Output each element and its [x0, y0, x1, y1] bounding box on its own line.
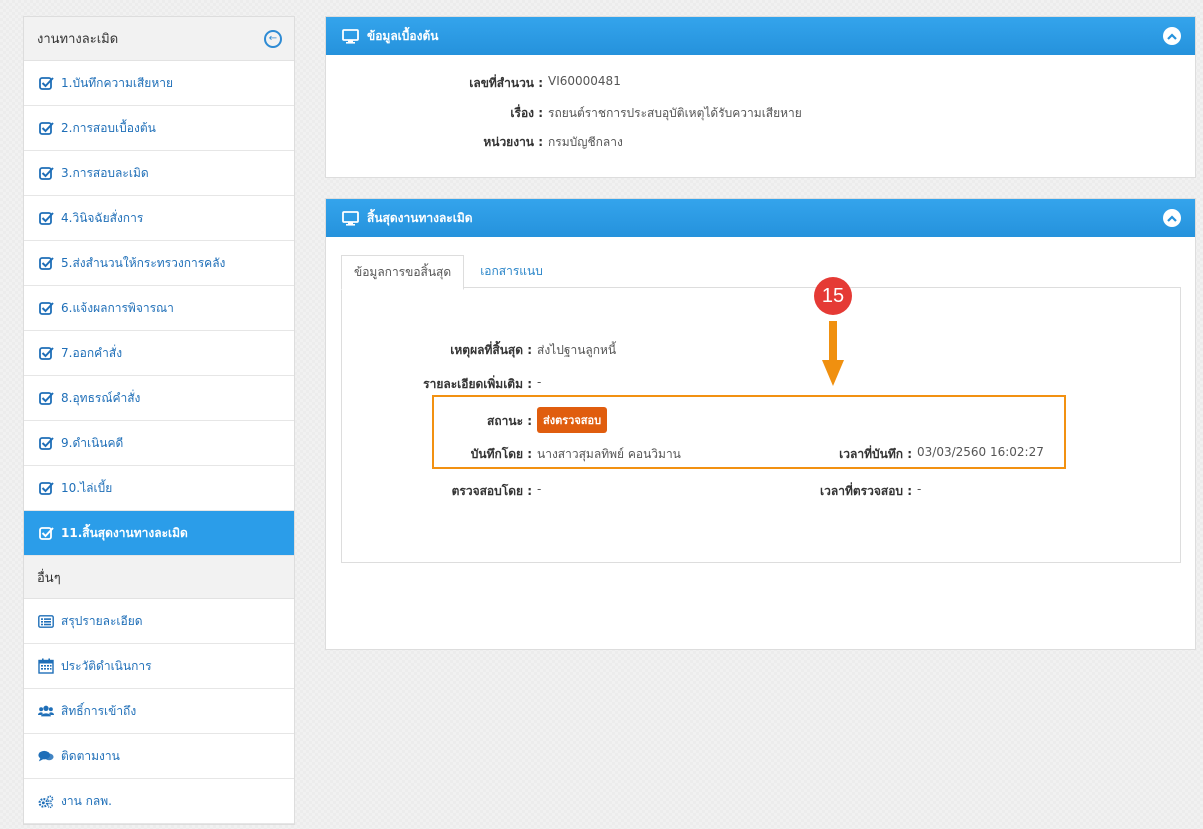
- agency-label-cell: หน่วยงาน :: [326, 133, 543, 152]
- highlight-box: [432, 395, 1066, 469]
- collapse-circle-icon[interactable]: ←: [264, 29, 282, 48]
- sidebar-item-summary[interactable]: สรุปรายละเอียด: [24, 599, 294, 644]
- sidebar-item-label: 1.บันทึกความเสียหาย: [61, 75, 173, 90]
- sidebar-section-other: อื่นๆ: [24, 556, 294, 599]
- checked-by-label-cell: ตรวจสอบโดย :: [340, 482, 532, 501]
- checked-time-label-cell: เวลาที่ตรวจสอบ :: [760, 482, 912, 501]
- sidebar-item-label: สรุปรายละเอียด: [61, 613, 143, 628]
- sidebar-item-notify-result[interactable]: 6.แจ้งผลการพิจารณา: [24, 286, 294, 331]
- basic-info-panel: ข้อมูลเบื้องต้น เลขที่สำนวน : VI60000481…: [325, 16, 1196, 178]
- sidebar-item-label: งาน กลพ.: [61, 793, 112, 808]
- detail-label: รายละเอียดเพิ่มเติม :: [423, 377, 532, 391]
- sidebar-item-label: 7.ออกคำสั่ง: [61, 345, 123, 360]
- check-square-icon: [38, 435, 54, 451]
- check-square-icon: [38, 255, 54, 271]
- sidebar-item-label: 10.ไล่เบี้ย: [61, 480, 113, 495]
- sidebar-item-label: 9.ดำเนินคดี: [61, 435, 124, 450]
- sidebar-header-label: งานทางละเมิด: [37, 32, 119, 47]
- agency-label: หน่วยงาน :: [483, 135, 543, 149]
- sidebar-item-label: 6.แจ้งผลการพิจารณา: [61, 300, 174, 315]
- check-square-icon: [38, 390, 54, 406]
- check-square-icon: [38, 165, 54, 181]
- end-tort-tabs: ข้อมูลการขอสิ้นสุด เอกสารแนบ: [341, 255, 555, 290]
- step-number-marker: 15: [814, 277, 852, 315]
- reason-value: ส่งไปฐานลูกหนี้: [537, 343, 617, 357]
- monitor-icon: [342, 28, 359, 44]
- sidebar-item-send-to-ministry[interactable]: 5.ส่งสำนวนให้กระทรวงการคลัง: [24, 241, 294, 286]
- detail-value: -: [537, 375, 542, 389]
- panel-title: สิ้นสุดงานทางละเมิด: [367, 210, 473, 225]
- sidebar-item-history[interactable]: ประวัติดำเนินการ: [24, 644, 294, 689]
- collapse-chevron-up-icon[interactable]: [1163, 209, 1181, 227]
- sidebar-item-label: 2.การสอบเบื้องต้น: [61, 120, 156, 135]
- agency-value: กรมบัญชีกลาง: [548, 135, 623, 149]
- subject-label: เรื่อง :: [510, 106, 543, 120]
- sidebar-item-access-rights[interactable]: สิทธิ์การเข้าถึง: [24, 689, 294, 734]
- sidebar-item-label: ประวัติดำเนินการ: [61, 658, 152, 673]
- sidebar-header: งานทางละเมิด ←: [24, 17, 294, 61]
- sidebar-item-judgment[interactable]: 4.วินิจฉัยสั่งการ: [24, 196, 294, 241]
- subject-label-cell: เรื่อง :: [326, 104, 543, 123]
- checked-time-label: เวลาที่ตรวจสอบ :: [820, 484, 912, 498]
- checked-time-value: -: [917, 482, 922, 496]
- sidebar-item-label: 5.ส่งสำนวนให้กระทรวงการคลัง: [61, 255, 226, 270]
- sidebar-item-label: 4.วินิจฉัยสั่งการ: [61, 210, 144, 225]
- sidebar-item-prosecute[interactable]: 9.ดำเนินคดี: [24, 421, 294, 466]
- sidebar-item-appeal[interactable]: 8.อุทธรณ์คำสั่ง: [24, 376, 294, 421]
- end-tort-panel-header: สิ้นสุดงานทางละเมิด: [326, 199, 1195, 237]
- collapse-chevron-up-icon[interactable]: [1163, 27, 1181, 45]
- sidebar-item-end-tort[interactable]: 11.สิ้นสุดงานทางละเมิด: [24, 511, 294, 556]
- sidebar-item-initial-inquiry[interactable]: 2.การสอบเบื้องต้น: [24, 106, 294, 151]
- sidebar-item-label: สิทธิ์การเข้าถึง: [61, 703, 137, 718]
- sidebar-item-klp[interactable]: งาน กลพ.: [24, 779, 294, 824]
- calendar-icon: [38, 658, 54, 674]
- sidebar-item-issue-order[interactable]: 7.ออกคำสั่ง: [24, 331, 294, 376]
- sidebar-item-label: 3.การสอบละเมิด: [61, 165, 149, 180]
- sidebar-item-label: 8.อุทธรณ์คำสั่ง: [61, 390, 141, 405]
- check-square-icon: [38, 120, 54, 136]
- case-number-label-cell: เลขที่สำนวน :: [326, 74, 543, 93]
- sidebar-section-label: อื่นๆ: [37, 570, 61, 586]
- detail-label-cell: รายละเอียดเพิ่มเติม :: [340, 375, 532, 394]
- case-number-label: เลขที่สำนวน :: [469, 76, 543, 90]
- check-square-icon: [38, 480, 54, 496]
- comments-icon: [38, 748, 54, 764]
- subject-value: รถยนต์ราชการประสบอุบัติเหตุได้รับความเสี…: [548, 106, 802, 120]
- sidebar: งานทางละเมิด ← 1.บันทึกความเสียหาย 2.การ…: [23, 16, 295, 825]
- tab-end-request-info[interactable]: ข้อมูลการขอสิ้นสุด: [341, 255, 465, 290]
- sidebar-item-tort-inquiry[interactable]: 3.การสอบละเมิด: [24, 151, 294, 196]
- sidebar-item-recourse[interactable]: 10.ไล่เบี้ย: [24, 466, 294, 511]
- list-icon: [38, 613, 54, 629]
- reason-label: เหตุผลที่สิ้นสุด :: [450, 343, 532, 357]
- check-square-icon: [38, 75, 54, 91]
- checked-by-value: -: [537, 482, 542, 496]
- reason-label-cell: เหตุผลที่สิ้นสุด :: [340, 341, 532, 360]
- sidebar-item-label: ติดตามงาน: [61, 748, 120, 763]
- users-icon: [38, 703, 54, 719]
- checked-by-label: ตรวจสอบโดย :: [451, 484, 532, 498]
- cogs-icon: [38, 793, 54, 809]
- check-square-icon: [38, 525, 54, 541]
- sidebar-item-record-damage[interactable]: 1.บันทึกความเสียหาย: [24, 61, 294, 106]
- check-square-icon: [38, 210, 54, 226]
- case-number-value: VI60000481: [548, 74, 621, 88]
- sidebar-item-label: 11.สิ้นสุดงานทางละเมิด: [61, 525, 188, 540]
- arrow-down-icon: [829, 321, 837, 361]
- panel-title: ข้อมูลเบื้องต้น: [367, 28, 439, 43]
- check-square-icon: [38, 345, 54, 361]
- tab-attachments[interactable]: เอกสารแนบ: [464, 255, 555, 288]
- basic-info-panel-header: ข้อมูลเบื้องต้น: [326, 17, 1195, 55]
- arrow-head-icon: [822, 360, 844, 386]
- monitor-icon: [342, 210, 359, 226]
- sidebar-item-follow-up[interactable]: ติดตามงาน: [24, 734, 294, 779]
- check-square-icon: [38, 300, 54, 316]
